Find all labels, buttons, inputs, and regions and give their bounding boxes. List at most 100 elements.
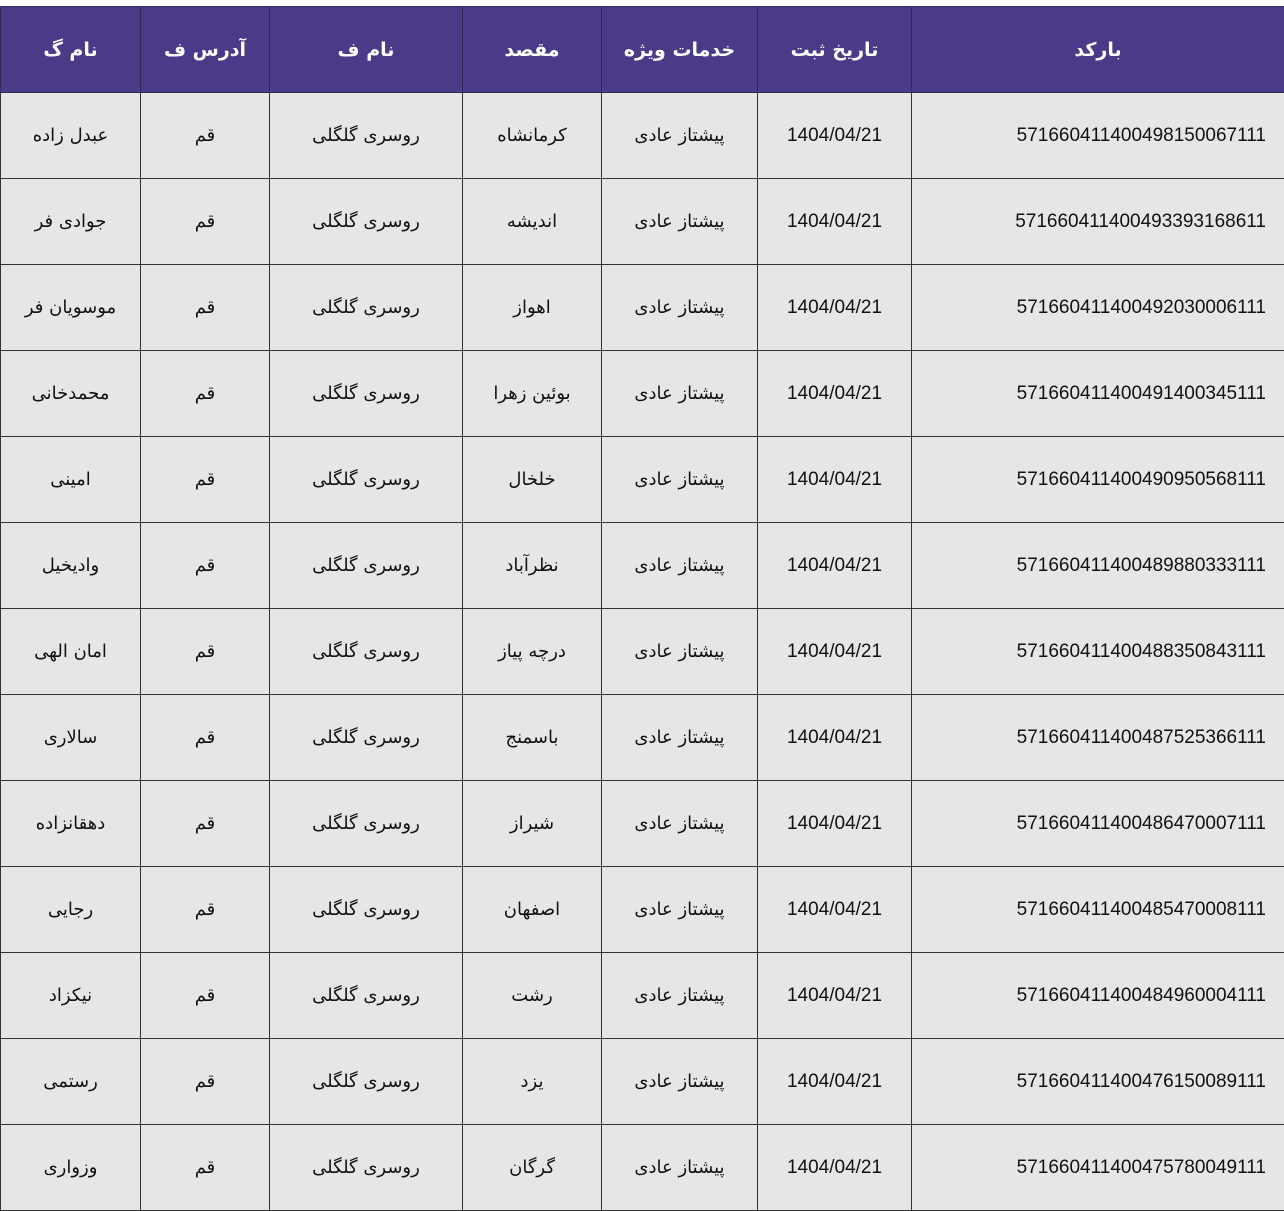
cell-destination: گرگان: [463, 1125, 602, 1211]
cell-reg-date: 1404/04/21: [758, 867, 912, 953]
cell-destination: خلخال: [463, 437, 602, 523]
cell-sender-name: روسری گلگلی: [270, 609, 463, 695]
cell-sender-name: روسری گلگلی: [270, 867, 463, 953]
cell-destination: بوئین زهرا: [463, 351, 602, 437]
cell-sender-address: قم: [141, 523, 270, 609]
cell-sender-name: روسری گلگلی: [270, 437, 463, 523]
cell-destination: درچه پیاز: [463, 609, 602, 695]
cell-destination: نظرآباد: [463, 523, 602, 609]
header-barcode: بارکد: [912, 7, 1284, 93]
cell-sender-name: روسری گلگلی: [270, 695, 463, 781]
cell-service: پیشتاز عادی: [602, 523, 758, 609]
cell-barcode: 571660411400498150067111: [912, 93, 1284, 179]
header-sender-address: آدرس ف: [141, 7, 270, 93]
cell-service: پیشتاز عادی: [602, 695, 758, 781]
cell-reg-date: 1404/04/21: [758, 953, 912, 1039]
cell-barcode: 571660411400488350843111: [912, 609, 1284, 695]
cell-service: پیشتاز عادی: [602, 953, 758, 1039]
cell-sender-address: قم: [141, 179, 270, 265]
table-row: 5716604114004849600041111404/04/21پیشتاز…: [1, 953, 1284, 1039]
cell-service: پیشتاز عادی: [602, 867, 758, 953]
cell-destination: باسمنج: [463, 695, 602, 781]
cell-barcode: 571660411400492030006111: [912, 265, 1284, 351]
cell-service: پیشتاز عادی: [602, 351, 758, 437]
cell-service: پیشتاز عادی: [602, 1125, 758, 1211]
cell-sender-name: روسری گلگلی: [270, 265, 463, 351]
cell-reg-date: 1404/04/21: [758, 351, 912, 437]
cell-receiver-name: موسویان فر: [1, 265, 141, 351]
cell-reg-date: 1404/04/21: [758, 265, 912, 351]
shipments-table-container: بارکد تاریخ ثبت خدمات ویژه مقصد نام ف آد…: [0, 6, 1284, 1211]
cell-receiver-name: دهقانزاده: [1, 781, 141, 867]
cell-sender-name: روسری گلگلی: [270, 953, 463, 1039]
cell-barcode: 571660411400489880333111: [912, 523, 1284, 609]
cell-reg-date: 1404/04/21: [758, 523, 912, 609]
header-service: خدمات ویژه: [602, 7, 758, 93]
cell-sender-address: قم: [141, 1125, 270, 1211]
cell-barcode: 571660411400486470007111: [912, 781, 1284, 867]
cell-service: پیشتاز عادی: [602, 265, 758, 351]
cell-receiver-name: محمدخانی: [1, 351, 141, 437]
cell-receiver-name: جوادی فر: [1, 179, 141, 265]
table-row: 5716604114004854700081111404/04/21پیشتاز…: [1, 867, 1284, 953]
cell-sender-name: روسری گلگلی: [270, 523, 463, 609]
table-row: 5716604114004933931686111404/04/21پیشتاز…: [1, 179, 1284, 265]
cell-destination: رشت: [463, 953, 602, 1039]
table-row: 5716604114004981500671111404/04/21پیشتاز…: [1, 93, 1284, 179]
cell-sender-name: روسری گلگلی: [270, 1039, 463, 1125]
cell-sender-name: روسری گلگلی: [270, 1125, 463, 1211]
table-body: 5716604114004981500671111404/04/21پیشتاز…: [1, 93, 1284, 1211]
cell-sender-name: روسری گلگلی: [270, 351, 463, 437]
header-row: بارکد تاریخ ثبت خدمات ویژه مقصد نام ف آد…: [1, 7, 1284, 93]
cell-receiver-name: نیکزاد: [1, 953, 141, 1039]
cell-destination: اصفهان: [463, 867, 602, 953]
table-row: 5716604114004920300061111404/04/21پیشتاز…: [1, 265, 1284, 351]
cell-barcode: 571660411400475780049111: [912, 1125, 1284, 1211]
cell-reg-date: 1404/04/21: [758, 695, 912, 781]
cell-sender-address: قم: [141, 351, 270, 437]
cell-barcode: 571660411400490950568111: [912, 437, 1284, 523]
cell-sender-address: قم: [141, 265, 270, 351]
cell-receiver-name: امان الهی: [1, 609, 141, 695]
cell-receiver-name: وادیخیل: [1, 523, 141, 609]
cell-reg-date: 1404/04/21: [758, 1039, 912, 1125]
cell-destination: یزد: [463, 1039, 602, 1125]
table-row: 5716604114004914003451111404/04/21پیشتاز…: [1, 351, 1284, 437]
header-sender-name: نام ف: [270, 7, 463, 93]
cell-reg-date: 1404/04/21: [758, 1125, 912, 1211]
table-row: 5716604114004883508431111404/04/21پیشتاز…: [1, 609, 1284, 695]
cell-sender-address: قم: [141, 437, 270, 523]
cell-reg-date: 1404/04/21: [758, 437, 912, 523]
cell-receiver-name: عبدل زاده: [1, 93, 141, 179]
table-row: 5716604114004909505681111404/04/21پیشتاز…: [1, 437, 1284, 523]
cell-sender-address: قم: [141, 1039, 270, 1125]
cell-service: پیشتاز عادی: [602, 1039, 758, 1125]
table-row: 5716604114004757800491111404/04/21پیشتاز…: [1, 1125, 1284, 1211]
cell-sender-address: قم: [141, 781, 270, 867]
cell-receiver-name: وزواری: [1, 1125, 141, 1211]
shipments-table: بارکد تاریخ ثبت خدمات ویژه مقصد نام ف آد…: [0, 6, 1284, 1211]
cell-barcode: 571660411400485470008111: [912, 867, 1284, 953]
table-row: 5716604114004875253661111404/04/21پیشتاز…: [1, 695, 1284, 781]
cell-receiver-name: رستمی: [1, 1039, 141, 1125]
cell-service: پیشتاز عادی: [602, 93, 758, 179]
table-row: 5716604114004898803331111404/04/21پیشتاز…: [1, 523, 1284, 609]
cell-receiver-name: رجایی: [1, 867, 141, 953]
cell-service: پیشتاز عادی: [602, 781, 758, 867]
cell-barcode: 571660411400476150089111: [912, 1039, 1284, 1125]
cell-barcode: 571660411400487525366111: [912, 695, 1284, 781]
cell-receiver-name: سالاری: [1, 695, 141, 781]
table-row: 5716604114004864700071111404/04/21پیشتاز…: [1, 781, 1284, 867]
cell-service: پیشتاز عادی: [602, 609, 758, 695]
cell-barcode: 571660411400491400345111: [912, 351, 1284, 437]
cell-reg-date: 1404/04/21: [758, 609, 912, 695]
cell-reg-date: 1404/04/21: [758, 781, 912, 867]
cell-destination: کرمانشاه: [463, 93, 602, 179]
cell-barcode: 571660411400484960004111: [912, 953, 1284, 1039]
cell-sender-address: قم: [141, 867, 270, 953]
cell-sender-address: قم: [141, 93, 270, 179]
header-receiver-name: نام گ: [1, 7, 141, 93]
cell-service: پیشتاز عادی: [602, 179, 758, 265]
table-header: بارکد تاریخ ثبت خدمات ویژه مقصد نام ف آد…: [1, 7, 1284, 93]
cell-barcode: 571660411400493393168611: [912, 179, 1284, 265]
